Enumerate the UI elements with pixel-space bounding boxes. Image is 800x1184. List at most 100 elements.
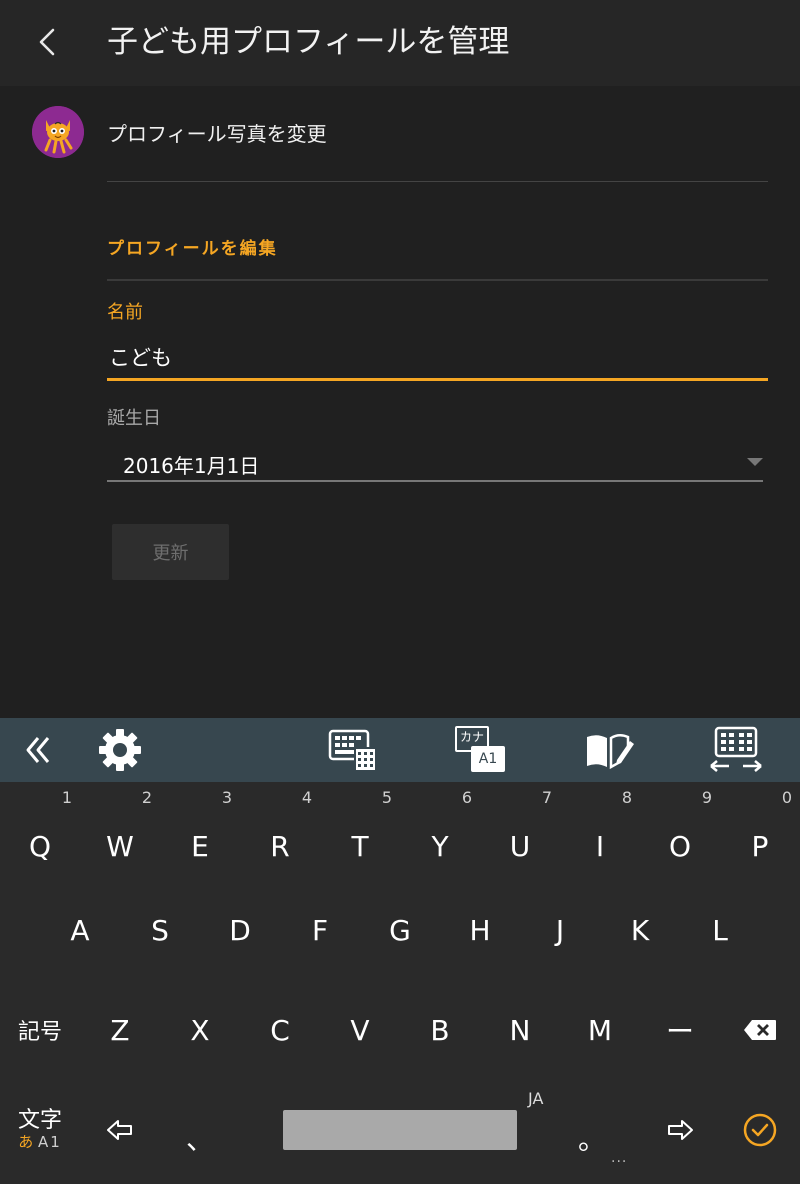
keyboard-layout-icon[interactable]: [324, 726, 380, 774]
check-circle-icon: [743, 1113, 777, 1147]
key-a[interactable]: A: [40, 880, 120, 980]
key-label: N: [509, 1013, 531, 1047]
key-number: 9: [701, 788, 712, 807]
keyboard-toolbar: カナ A1: [0, 718, 800, 782]
language-label: JA: [528, 1089, 544, 1108]
key-o[interactable]: 9O: [640, 782, 720, 882]
key-e[interactable]: 3E: [160, 782, 240, 882]
key-c[interactable]: C: [240, 980, 320, 1080]
cursor-right-key[interactable]: [640, 1080, 720, 1180]
mode-alnum: A1: [37, 1133, 62, 1151]
key-y[interactable]: 6Y: [400, 782, 480, 882]
dash-key[interactable]: ー: [640, 980, 720, 1080]
birthday-label: 誕生日: [107, 408, 161, 429]
key-label: Q: [28, 829, 52, 863]
key-label: J: [555, 913, 565, 947]
backspace-key[interactable]: [720, 980, 800, 1080]
birthday-value: 2016年1月1日: [123, 454, 260, 478]
key-label: V: [350, 1013, 370, 1047]
key-z[interactable]: Z: [80, 980, 160, 1080]
key-number: 8: [621, 788, 632, 807]
key-u[interactable]: 7U: [480, 782, 560, 882]
key-s[interactable]: S: [120, 880, 200, 980]
space-key[interactable]: [283, 1110, 517, 1150]
key-p[interactable]: 0P: [720, 782, 800, 882]
symbols-key[interactable]: 記号: [0, 980, 80, 1080]
key-w[interactable]: 2W: [80, 782, 160, 882]
key-i[interactable]: 8I: [560, 782, 640, 882]
key-label: 記号: [17, 1020, 62, 1045]
change-photo-link[interactable]: プロフィール写真を変更: [107, 118, 327, 147]
divider: [107, 181, 768, 182]
key-n[interactable]: N: [480, 980, 560, 1080]
input-mode-key[interactable]: 文字 あ A1: [0, 1080, 80, 1180]
key-h[interactable]: H: [440, 880, 520, 980]
key-k[interactable]: K: [600, 880, 680, 980]
key-m[interactable]: M: [560, 980, 640, 1080]
key-label: K: [630, 913, 650, 947]
key-number: 1: [61, 788, 72, 807]
key-label: A: [70, 913, 90, 947]
soft-keyboard: 1Q 2W 3E 4R 5T 6Y 7U 8I 9O 0P A S D F G …: [0, 782, 800, 1184]
key-label: Y: [431, 829, 449, 863]
key-label: E: [191, 829, 209, 863]
cat-avatar-icon[interactable]: [32, 106, 84, 158]
arrow-right-icon: [668, 1120, 693, 1140]
key-l[interactable]: L: [680, 880, 760, 980]
comma-key[interactable]: 、: [160, 1080, 240, 1180]
name-input[interactable]: [107, 336, 768, 381]
key-label: H: [469, 913, 491, 947]
resize-keyboard-icon[interactable]: [706, 726, 766, 774]
key-j[interactable]: J: [520, 880, 600, 980]
key-g[interactable]: G: [360, 880, 440, 980]
key-label: 。: [577, 1123, 606, 1156]
key-x[interactable]: X: [160, 980, 240, 1080]
key-v[interactable]: V: [320, 980, 400, 1080]
input-mode-label: 文字: [17, 1108, 62, 1133]
settings-icon[interactable]: [94, 726, 146, 774]
key-label: F: [311, 913, 329, 947]
key-number: 7: [541, 788, 552, 807]
dropdown-arrow-icon: [747, 458, 763, 466]
key-label: I: [595, 829, 605, 863]
key-number: 2: [141, 788, 152, 807]
divider: [107, 279, 768, 281]
key-t[interactable]: 5T: [320, 782, 400, 882]
collapse-icon[interactable]: [18, 726, 58, 774]
dictionary-icon[interactable]: [582, 726, 636, 774]
key-r[interactable]: 4R: [240, 782, 320, 882]
backspace-icon: [744, 1020, 776, 1040]
update-button[interactable]: 更新: [112, 524, 229, 580]
kana-a1-icon[interactable]: カナ A1: [452, 726, 510, 774]
app-bar: 子ども用プロフィールを管理: [0, 0, 800, 86]
key-label: P: [751, 829, 769, 863]
chevron-left-icon[interactable]: [30, 24, 66, 60]
arrow-left-icon: [107, 1120, 132, 1140]
a1-label: A1: [471, 746, 505, 772]
key-label: T: [351, 829, 369, 863]
key-label: W: [106, 829, 134, 863]
key-number: 3: [221, 788, 232, 807]
key-q[interactable]: 1Q: [0, 782, 80, 882]
key-label: D: [229, 913, 251, 947]
key-label: U: [509, 829, 531, 863]
key-b[interactable]: B: [400, 980, 480, 1080]
profile-editor: プロフィール写真を変更 プロフィールを編集 名前 誕生日 2016年1月1日 更…: [0, 86, 800, 718]
key-label: G: [389, 913, 411, 947]
key-label: L: [712, 913, 728, 947]
more-indicator: ...: [611, 1150, 628, 1166]
key-f[interactable]: F: [280, 880, 360, 980]
key-number: 0: [781, 788, 792, 807]
birthday-select[interactable]: 2016年1月1日: [107, 438, 763, 482]
key-label: R: [270, 829, 290, 863]
key-label: ー: [665, 1015, 694, 1048]
key-label: S: [151, 913, 169, 947]
key-label: C: [270, 1013, 290, 1047]
key-number: 6: [461, 788, 472, 807]
key-d[interactable]: D: [200, 880, 280, 980]
key-label: X: [190, 1013, 210, 1047]
key-label: Z: [110, 1013, 130, 1047]
cursor-left-key[interactable]: [80, 1080, 160, 1180]
enter-key[interactable]: [720, 1080, 800, 1180]
key-label: 、: [185, 1123, 214, 1156]
